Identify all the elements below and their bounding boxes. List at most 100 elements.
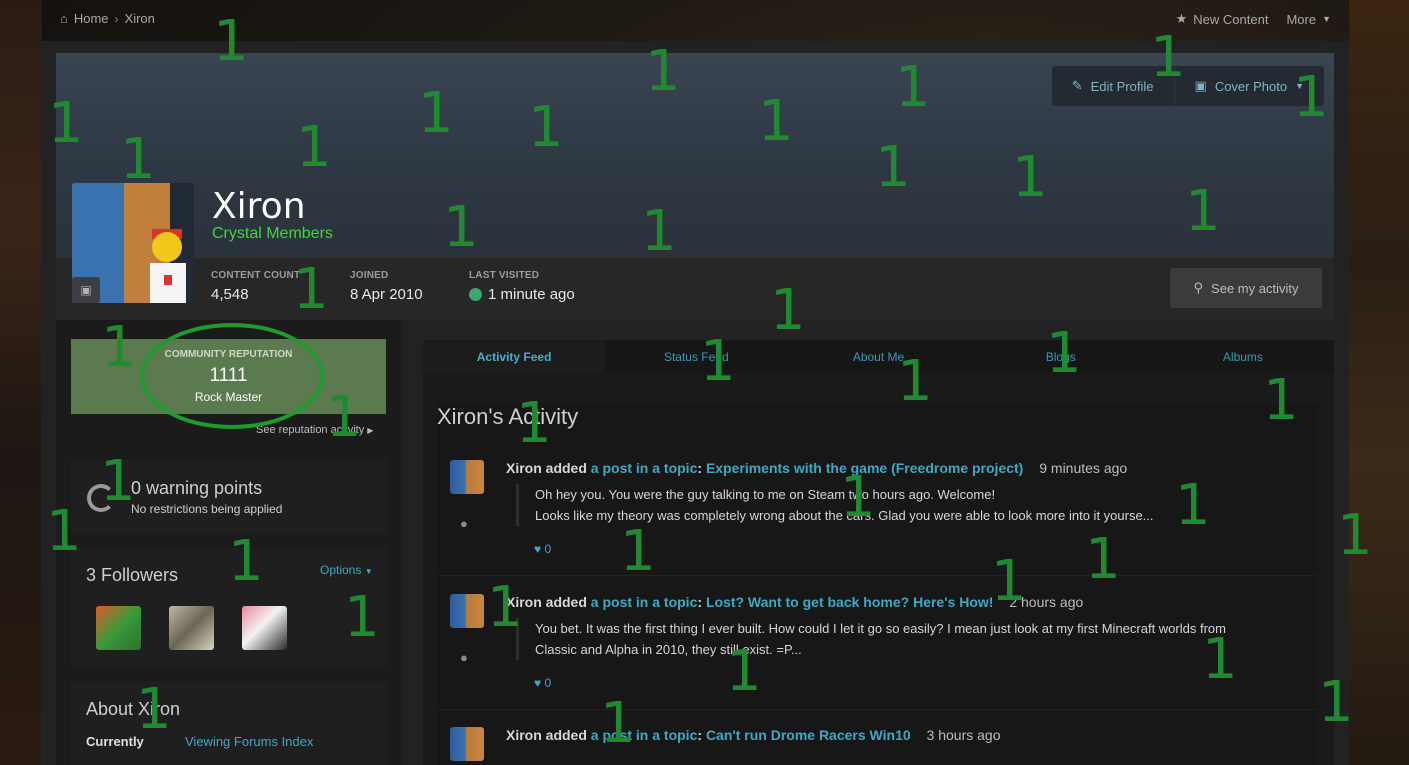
stat-content-count: CONTENT COUNT 4,548 (211, 270, 300, 303)
excerpt-line: Classic and Alpha in 2010, they still ex… (535, 642, 802, 657)
entry-time: 3 hours ago (926, 727, 1001, 743)
entry-avatar[interactable] (450, 594, 484, 628)
excerpt-line: You bet. It was the first thing I ever b… (535, 621, 1226, 636)
stat-value: 1 minute ago (488, 286, 575, 303)
entry-likes[interactable]: ♥ 0 (534, 542, 551, 556)
entry-colon: : (697, 727, 703, 743)
image-icon: ▣ (1194, 78, 1207, 93)
comment-icon: ● (460, 650, 468, 665)
likes-count: 0 (544, 676, 552, 690)
search-icon: ⚲ (1193, 280, 1204, 295)
activity-entry: ● Xiron added a post in a topic: Experim… (438, 450, 1316, 576)
entry-time: 2 hours ago (1009, 594, 1084, 610)
reputation-link-label: See reputation activity (256, 424, 365, 436)
stat-label: JOINED (350, 270, 389, 281)
pencil-icon: ✎ (1071, 78, 1083, 93)
profile-tabs: Activity Feed Status Feed About Me Blogs… (423, 340, 1334, 373)
entry-action: added (545, 594, 587, 610)
activity-feed-title: Xiron's Activity (437, 404, 579, 429)
tab-status-feed[interactable]: Status Feed (605, 340, 787, 373)
entry-time: 9 minutes ago (1039, 460, 1128, 476)
breadcrumb-separator: › (114, 11, 119, 26)
heart-icon: ♥ (534, 676, 542, 690)
comment-icon: ● (460, 516, 468, 531)
stat-value: 4,548 (211, 286, 249, 303)
activity-entry: ● Xiron added a post in a topic: Lost? W… (438, 584, 1316, 710)
new-content-link[interactable]: ★ New Content (1176, 11, 1269, 27)
warning-subtitle: No restrictions being applied (131, 502, 283, 516)
likes-count: 0 (544, 542, 552, 556)
entry-topic-link[interactable]: Lost? Want to get back home? Here's How! (706, 594, 994, 610)
entry-colon: : (697, 594, 703, 610)
new-content-label: New Content (1193, 11, 1269, 27)
caret-down-icon: ▼ (1295, 81, 1304, 91)
entry-excerpt: Oh hey you. You were the guy talking to … (516, 484, 1306, 526)
more-label: More (1286, 11, 1317, 27)
stat-label: CONTENT COUNT (211, 270, 301, 281)
edit-profile-button[interactable]: ✎ Edit Profile (1052, 66, 1174, 106)
caret-down-icon: ▼ (364, 567, 373, 576)
cover-actions: ✎ Edit Profile ▣ Cover Photo ▼ (1051, 66, 1324, 106)
stat-value: 8 Apr 2010 (350, 286, 423, 303)
background-right (1349, 0, 1409, 765)
entry-colon: : (697, 460, 703, 476)
about-currently-value[interactable]: Viewing Forums Index (185, 734, 313, 749)
reputation-activity-link[interactable]: See reputation activity ▶ (256, 424, 373, 436)
activity-entry: Xiron added a post in a topic: Can't run… (438, 717, 1316, 765)
heart-icon: ♥ (534, 542, 542, 556)
about-currently-label: Currently (86, 734, 144, 749)
about-title: About Xiron (86, 699, 181, 719)
about-card (71, 682, 387, 765)
caret-down-icon: ▼ (1322, 14, 1331, 24)
entry-action: added (545, 460, 587, 476)
stat-last-visited: LAST VISITED 1 minute ago (469, 270, 575, 303)
entry-post-link[interactable]: a post in a topic (591, 460, 698, 476)
stat-joined: JOINED 8 Apr 2010 (350, 270, 423, 303)
highlight-ring (140, 323, 324, 429)
online-status-icon (469, 288, 482, 301)
followers-title: 3 Followers (86, 565, 179, 585)
entry-avatar[interactable] (450, 460, 484, 494)
entry-post-link[interactable]: a post in a topic (591, 727, 698, 743)
more-menu[interactable]: More ▼ (1286, 12, 1331, 27)
image-icon: ▣ (80, 283, 92, 297)
member-group: Crystal Members (212, 225, 333, 242)
stat-value-row: 1 minute ago (469, 286, 575, 303)
change-photo-button[interactable]: ▣ (72, 277, 100, 303)
entry-author[interactable]: Xiron (506, 594, 542, 610)
edit-profile-label: Edit Profile (1090, 78, 1154, 94)
see-activity-label: See my activity (1211, 280, 1299, 296)
stat-label: LAST VISITED (469, 270, 540, 281)
home-icon[interactable]: ⌂ (60, 11, 68, 26)
profile-name: Xiron (212, 186, 306, 227)
breadcrumb-home[interactable]: Home (74, 11, 109, 26)
tab-activity-feed[interactable]: Activity Feed (423, 340, 606, 373)
caret-right-icon: ▶ (367, 426, 374, 435)
see-my-activity-button[interactable]: ⚲ See my activity (1170, 268, 1322, 308)
entry-header: Xiron added a post in a topic: Experimen… (506, 460, 1127, 476)
breadcrumb-current[interactable]: Xiron (125, 11, 155, 26)
followers-options-button[interactable]: Options ▼ (320, 563, 373, 577)
cover-photo-label: Cover Photo (1214, 78, 1288, 94)
excerpt-line: Oh hey you. You were the guy talking to … (535, 487, 996, 502)
entry-header: Xiron added a post in a topic: Can't run… (506, 727, 1000, 743)
entry-avatar[interactable] (450, 727, 484, 761)
entry-post-link[interactable]: a post in a topic (591, 594, 698, 610)
cover-photo-button[interactable]: ▣ Cover Photo ▼ (1173, 66, 1324, 106)
entry-header: Xiron added a post in a topic: Lost? Wan… (506, 594, 1083, 610)
tab-blogs[interactable]: Blogs (970, 340, 1152, 373)
entry-author[interactable]: Xiron (506, 460, 542, 476)
follower-avatar[interactable] (242, 606, 287, 650)
follower-avatar[interactable] (169, 606, 214, 650)
background-left (0, 0, 42, 765)
entry-topic-link[interactable]: Can't run Drome Racers Win10 (706, 727, 911, 743)
follower-avatar[interactable] (96, 606, 141, 650)
entry-likes[interactable]: ♥ 0 (534, 676, 551, 690)
entry-topic-link[interactable]: Experiments with the game (Freedrome pro… (706, 460, 1023, 476)
star-icon: ★ (1175, 11, 1188, 26)
breadcrumb: ⌂ Home › Xiron (60, 11, 155, 26)
tab-albums[interactable]: Albums (1152, 340, 1334, 373)
tab-about-me[interactable]: About Me (787, 340, 969, 373)
warning-title: 0 warning points (131, 478, 263, 498)
entry-author[interactable]: Xiron (506, 727, 542, 743)
